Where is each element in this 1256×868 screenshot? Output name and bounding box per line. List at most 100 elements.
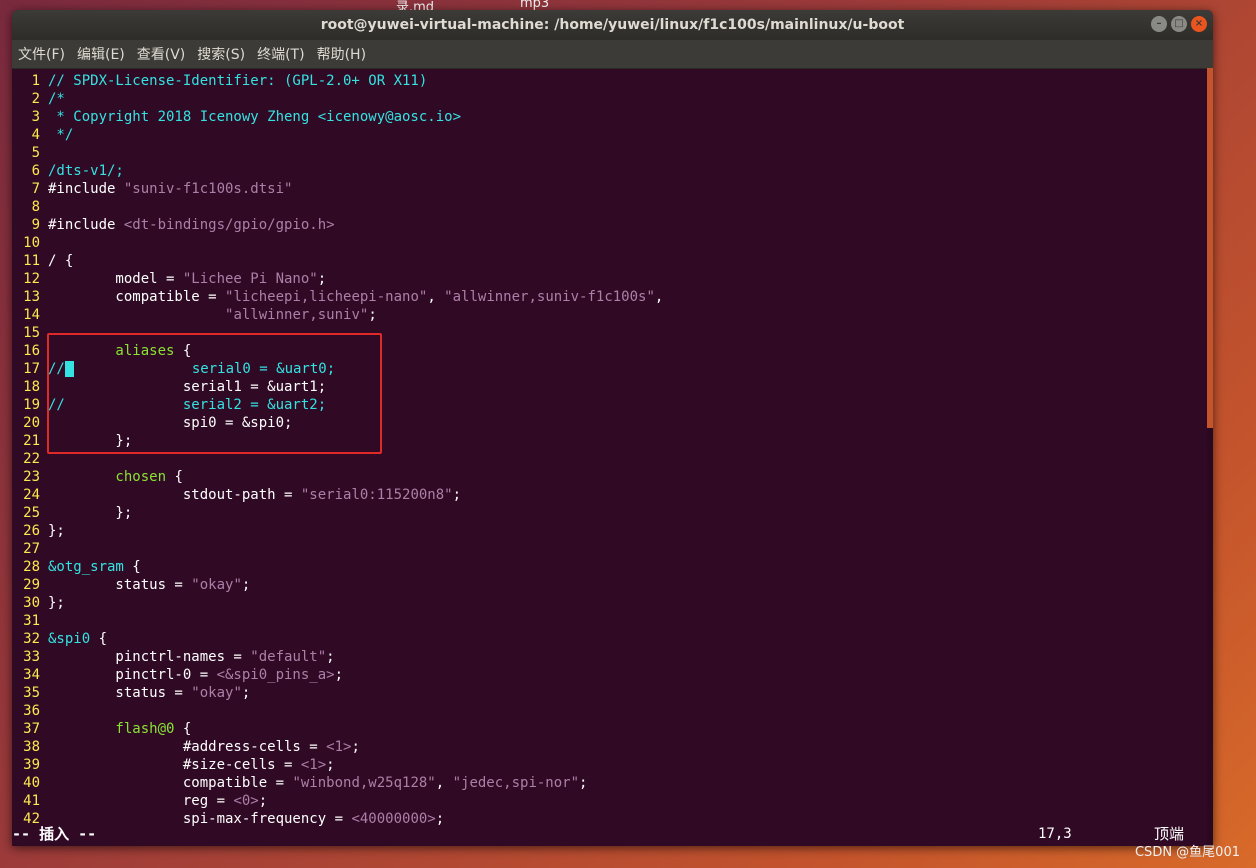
code-token: compatible = — [48, 775, 293, 791]
code-token: }; — [48, 433, 133, 449]
line-number: 23 — [23, 469, 40, 485]
terminal-window: root@yuwei-virtual-machine: /home/yuwei/… — [12, 10, 1213, 846]
code-text: // serial2 = &uart2; — [48, 397, 326, 413]
line-number: 4 — [31, 127, 40, 143]
line-number: 8 — [31, 199, 40, 215]
code-line: 2 /* — [12, 90, 65, 108]
line-number: 36 — [23, 703, 40, 719]
code-line: 27 — [12, 540, 48, 558]
code-token: "allwinner,suniv-f1c100s" — [444, 289, 655, 305]
code-line: 12 model = "Lichee Pi Nano"; — [12, 270, 326, 288]
code-token: "default" — [250, 649, 327, 665]
line-number: 10 — [23, 235, 40, 251]
code-text: spi0 = &spi0; — [48, 415, 293, 431]
window-titlebar[interactable]: root@yuwei-virtual-machine: /home/yuwei/… — [12, 10, 1213, 40]
code-text: }; — [48, 505, 132, 521]
code-line: 15 — [12, 324, 48, 342]
code-token: { — [174, 721, 192, 737]
code-text: }; — [48, 523, 65, 539]
watermark: CSDN @鱼尾001 — [1134, 845, 1240, 860]
line-number: 14 — [23, 307, 40, 323]
code-token: { — [166, 469, 183, 485]
code-token: aliases — [48, 343, 175, 359]
window-title: root@yuwei-virtual-machine: /home/yuwei/… — [320, 17, 905, 33]
code-text: }; — [48, 433, 132, 449]
code-token: status = — [48, 577, 192, 593]
menu-file[interactable]: 文件(F) — [18, 42, 65, 66]
menu-view[interactable]: 查看(V) — [137, 42, 186, 66]
maximize-button[interactable]: □ — [1171, 16, 1187, 32]
close-button[interactable]: × — [1191, 16, 1207, 32]
code-token: { — [174, 343, 192, 359]
menu-edit[interactable]: 编辑(E) — [77, 42, 125, 66]
code-token: #include — [48, 217, 124, 233]
line-number: 37 — [23, 721, 40, 737]
terminal-editor[interactable]: -- 插入 -- 17,3 顶端 1// SPDX-License-Identi… — [12, 68, 1213, 846]
line-number: 29 — [23, 577, 40, 593]
code-token: chosen — [48, 469, 167, 485]
line-number: 27 — [23, 541, 40, 557]
code-token: reg = — [48, 793, 234, 809]
line-number: 5 — [31, 145, 40, 161]
code-text: spi-max-frequency = <40000000>; — [48, 811, 444, 827]
line-number: 16 — [23, 343, 40, 359]
line-number: 18 — [23, 379, 40, 395]
code-text: serial1 = &uart1; — [48, 379, 326, 395]
line-number: 34 — [23, 667, 40, 683]
code-token: // — [48, 361, 65, 377]
code-line: 41 reg = <0>; — [12, 792, 267, 810]
code-line: 21 }; — [12, 432, 132, 450]
code-text: reg = <0>; — [48, 793, 267, 809]
line-number: 2 — [31, 91, 40, 107]
menu-terminal[interactable]: 终端(T) — [257, 42, 304, 66]
line-number: 38 — [23, 739, 40, 755]
code-line: 10 — [12, 234, 48, 252]
code-token: ; — [435, 811, 445, 827]
code-token: "suniv-f1c100s.dtsi" — [123, 181, 293, 197]
code-text: // SPDX-License-Identifier: (GPL-2.0+ OR… — [48, 73, 427, 89]
scrollbar[interactable] — [1207, 68, 1213, 846]
line-number: 30 — [23, 595, 40, 611]
line-number: 21 — [23, 433, 40, 449]
line-number: 24 — [23, 487, 40, 503]
code-token: }; — [48, 595, 65, 611]
code-token: ; — [326, 757, 335, 773]
code-line: 9 #include <dt-bindings/gpio/gpio.h> — [12, 216, 335, 234]
code-token: pinctrl-0 = — [48, 667, 217, 683]
code-line: 34 pinctrl-0 = <&spi0_pins_a>; — [12, 666, 343, 684]
line-number: 9 — [31, 217, 40, 233]
code-token: <1> — [326, 739, 352, 755]
code-text: status = "okay"; — [48, 577, 250, 593]
text-cursor — [64, 361, 74, 377]
code-text: pinctrl-0 = <&spi0_pins_a>; — [48, 667, 343, 683]
line-number: 40 — [23, 775, 40, 791]
code-token: <0> — [233, 793, 259, 809]
window-controls: – □ × — [1151, 16, 1207, 32]
menu-search[interactable]: 搜索(S) — [197, 42, 245, 66]
line-number: 41 — [23, 793, 40, 809]
code-line: 42 spi-max-frequency = <40000000>; — [12, 810, 444, 828]
code-token: "serial0:115200n8" — [300, 487, 453, 503]
line-number: 11 — [23, 253, 40, 269]
code-line: 5 — [12, 144, 48, 162]
line-number: 26 — [23, 523, 40, 539]
code-line: 20 spi0 = &spi0; — [12, 414, 292, 432]
menu-bar: 文件(F) 编辑(E) 查看(V) 搜索(S) 终端(T) 帮助(H) — [12, 40, 1213, 69]
code-token: ; — [368, 307, 377, 323]
code-text: #address-cells = <1>; — [48, 739, 360, 755]
menu-help[interactable]: 帮助(H) — [317, 42, 366, 66]
code-token: // SPDX-License-Identifier: (GPL-2.0+ OR… — [48, 73, 428, 89]
line-number: 28 — [23, 559, 40, 575]
minimize-button[interactable]: – — [1151, 16, 1167, 32]
code-text: /dts-v1/; — [48, 163, 124, 179]
code-line: 18 serial1 = &uart1; — [12, 378, 326, 396]
scrollbar-thumb[interactable] — [1207, 68, 1213, 428]
code-text: stdout-path = "serial0:115200n8"; — [48, 487, 461, 503]
code-line: 26}; — [12, 522, 65, 540]
code-line: 33 pinctrl-names = "default"; — [12, 648, 334, 666]
code-text: #include "suniv-f1c100s.dtsi" — [48, 181, 292, 197]
code-token: ; — [317, 271, 327, 287]
line-number: 1 — [31, 73, 40, 89]
code-line: 38 #address-cells = <1>; — [12, 738, 360, 756]
code-token: #address-cells = — [48, 739, 327, 755]
